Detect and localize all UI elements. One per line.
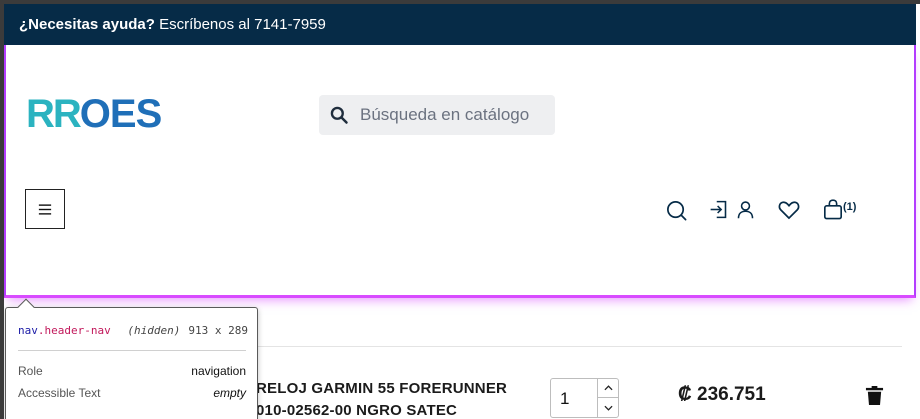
element-size: 913 x 289 [188,324,248,337]
quantity-increment-button[interactable] [598,379,618,398]
tooltip-arrow [17,298,35,316]
search-box[interactable]: Búsqueda en catálogo [319,95,555,135]
role-row: Role navigation [18,364,246,378]
accessible-text-row: Accessible Text empty [18,386,246,400]
page: ¿Necesitas ayuda? Escríbenos al 7141-795… [0,0,920,419]
chevron-down-icon [603,405,613,411]
login-icon [710,200,726,218]
chevron-up-icon [603,385,613,391]
cart-item-price: ₡ 236.751 [678,384,766,405]
quantity-decrement-button[interactable] [598,398,618,417]
cart-item-name-line-1: RELOJ GARMIN 55 FORERUNNER [256,380,508,397]
quantity-stepper-buttons [597,379,618,417]
help-banner: ¿Necesitas ayuda? Escríbenos al 7141-795… [4,4,916,45]
site-logo[interactable]: RR OES [26,92,162,136]
wishlist-button[interactable] [777,198,801,220]
search-icon [330,106,348,124]
header-search-button[interactable] [664,198,688,222]
quantity-stepper[interactable]: 1 [550,378,619,418]
trash-icon [865,386,884,405]
menu-icon [38,203,52,215]
search-icon [666,200,686,220]
menu-toggle-button[interactable] [25,189,65,229]
tooltip-header: nav.header-nav (hidden) 913 x 289 [18,324,248,337]
role-value: navigation [191,364,246,378]
logo-part-2: OES [79,91,162,136]
header-nav: RR OES Búsqueda en catálogo [4,45,916,297]
login-button[interactable] [707,198,729,220]
help-banner-text: Escríbenos al 7141-7959 [154,16,326,33]
search-placeholder[interactable]: Búsqueda en catálogo [360,105,529,125]
accessible-text-label: Accessible Text [18,386,101,400]
cart-button[interactable] [822,197,844,221]
cart-icon [824,198,842,219]
role-label: Role [18,364,43,378]
cart-item-name[interactable]: RELOJ GARMIN 55 FORERUNNER 010-02562-00 … [256,378,507,419]
cart-item-name-line-2: 010-02562-00 NGRO SATEC [256,402,458,419]
account-button[interactable] [734,197,756,221]
inspector-tooltip: nav.header-nav (hidden) 913 x 289 Role n… [5,298,258,419]
element-class: .header-nav [37,324,111,337]
tooltip-separator [18,350,246,351]
help-banner-bold: ¿Necesitas ayuda? [19,16,155,33]
logo-part-1: RR [26,91,82,136]
cart-count-badge[interactable]: (1) [843,201,856,213]
accessible-text-value: empty [213,386,246,400]
remove-item-button[interactable] [865,385,885,407]
element-tag: nav [18,324,38,337]
user-icon [737,200,753,218]
quantity-input[interactable]: 1 [560,389,569,409]
element-state: (hidden) [127,324,181,337]
heart-icon [778,200,800,219]
